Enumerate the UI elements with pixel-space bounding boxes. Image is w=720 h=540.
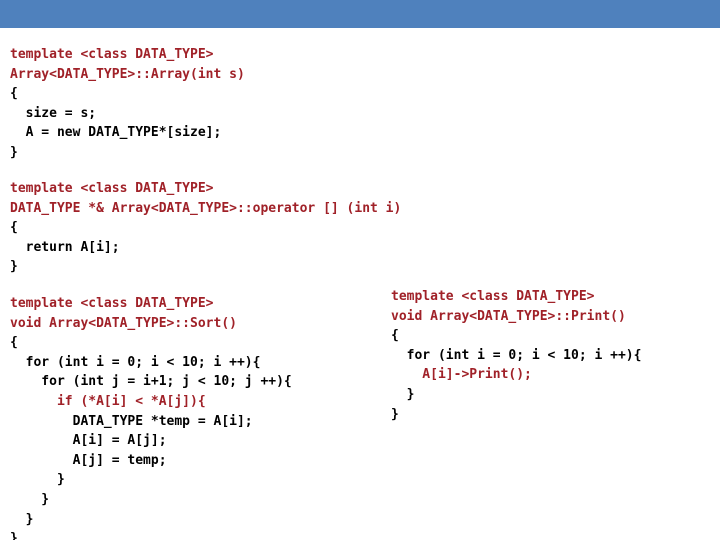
code-line: A = new DATA_TYPE*[size];: [10, 125, 222, 141]
slide-canvas: template <class DATA_TYPE> Array<DATA_TYP…: [0, 0, 720, 540]
code-block-array-print: template <class DATA_TYPE>void Array<DAT…: [391, 287, 641, 424]
code-line: }: [391, 406, 399, 422]
code-line: {: [391, 328, 399, 344]
code-line: {: [10, 335, 18, 351]
code-line: return A[i];: [10, 239, 120, 255]
code-line: }: [391, 386, 415, 402]
code-line: DATA_TYPE *& Array<DATA_TYPE>::operator …: [10, 200, 402, 216]
code-line: }: [10, 259, 18, 275]
code-block-array-constructor: template <class DATA_TYPE> Array<DATA_TYP…: [10, 45, 245, 163]
code-line: A[i] = A[j];: [10, 433, 167, 449]
code-line: DATA_TYPE *temp = A[i];: [10, 413, 253, 429]
code-line: A[j] = temp;: [10, 452, 167, 468]
code-line: }: [10, 491, 50, 507]
code-line: template <class DATA_TYPE>: [391, 289, 595, 304]
code-line: size = s;: [10, 105, 97, 121]
code-line: {: [10, 220, 18, 236]
code-line: for (int i = 0; i < 10; i ++){: [391, 347, 642, 363]
code-line: }: [10, 144, 18, 160]
code-line: for (int j = i+1; j < 10; j ++){: [10, 374, 292, 390]
code-line: }: [10, 472, 65, 488]
slide-header-bar: [0, 0, 720, 28]
code-line: template <class DATA_TYPE>: [10, 47, 214, 62]
code-line: A[i]->Print();: [391, 367, 532, 383]
code-line: void Array<DATA_TYPE>::Sort(): [10, 315, 237, 331]
code-line: template <class DATA_TYPE>: [10, 296, 214, 311]
code-line: }: [10, 531, 18, 540]
code-block-array-sort: template <class DATA_TYPE>void Array<DAT…: [10, 294, 292, 540]
code-line: Array<DATA_TYPE>::Array(int s): [10, 66, 245, 82]
code-block-operator-subscript: template <class DATA_TYPE> DATA_TYPE *& A…: [10, 179, 401, 277]
code-line: {: [10, 86, 18, 102]
code-line: void Array<DATA_TYPE>::Print(): [391, 308, 626, 324]
code-line: template <class DATA_TYPE>: [10, 181, 214, 196]
code-line: for (int i = 0; i < 10; i ++){: [10, 354, 261, 370]
code-line: }: [10, 511, 34, 527]
code-line: if (*A[i] < *A[j]){: [10, 393, 206, 409]
